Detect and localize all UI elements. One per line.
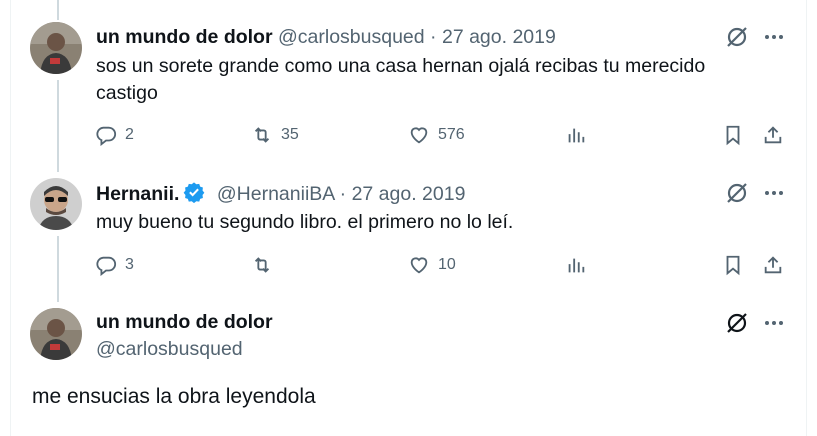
thread-line (57, 236, 59, 302)
tweet-header: un mundo de dolor @carlosbusqued · 27 ag… (96, 26, 556, 49)
avatar[interactable] (30, 178, 82, 230)
share-icon (762, 254, 784, 276)
tweet-text-line: castigo (96, 82, 158, 104)
more-icon[interactable] (762, 25, 786, 49)
reply-button[interactable]: 2 (95, 124, 134, 146)
more-icon[interactable] (762, 181, 786, 205)
heart-icon (408, 124, 430, 146)
retweet-count: 35 (281, 126, 299, 143)
bookmark-button[interactable] (722, 124, 744, 146)
tweet-text: muy bueno tu segundo libro. el primero n… (96, 209, 776, 236)
reply-icon (95, 254, 117, 276)
views-button[interactable] (565, 124, 587, 146)
views-icon (565, 254, 587, 276)
timeline-left-border (10, 0, 11, 436)
thread-line (57, 80, 59, 172)
separator-dot: · (339, 183, 347, 205)
tweet-text-line: muy bueno tu segundo libro. el primero n… (96, 211, 514, 233)
display-name[interactable]: un mundo de dolor (96, 26, 273, 48)
timeline-right-border (806, 0, 807, 436)
grok-icon[interactable] (725, 311, 749, 335)
bookmark-icon (722, 254, 744, 276)
reply-icon (95, 124, 117, 146)
tweet-header: un mundo de dolor (96, 311, 273, 334)
user-handle[interactable]: @HernaniiBA (217, 183, 334, 205)
avatar[interactable] (30, 22, 82, 74)
bookmark-icon (722, 124, 744, 146)
display-name[interactable]: un mundo de dolor (96, 311, 273, 333)
tweet-date[interactable]: 27 ago. 2019 (442, 26, 556, 48)
share-icon (762, 124, 784, 146)
like-count: 10 (438, 256, 456, 273)
tweet-text: sos un sorete grande como una casa herna… (96, 53, 776, 107)
tweet-header: Hernanii. @HernaniiBA · 27 ago. 2019 (96, 181, 465, 209)
user-handle[interactable]: @carlosbusqued (96, 338, 243, 361)
grok-icon[interactable] (725, 181, 749, 205)
like-count: 576 (438, 126, 465, 143)
reply-count: 3 (125, 256, 134, 273)
share-button[interactable] (762, 124, 784, 146)
like-button[interactable]: 10 (408, 254, 456, 276)
thread-line (57, 0, 59, 20)
tweet-text-line: sos un sorete grande como una casa herna… (96, 55, 706, 77)
reply-button[interactable]: 3 (95, 254, 134, 276)
retweet-icon (251, 124, 273, 146)
grok-icon[interactable] (725, 25, 749, 49)
views-button[interactable] (565, 254, 587, 276)
separator-dot: · (430, 26, 437, 48)
verified-badge-icon[interactable] (183, 181, 205, 209)
retweet-button[interactable]: 35 (251, 124, 299, 146)
retweet-icon (251, 254, 273, 276)
main-tweet-text: me ensucias la obra leyendola (32, 385, 316, 408)
reply-count: 2 (125, 126, 134, 143)
avatar[interactable] (30, 308, 82, 360)
more-icon[interactable] (762, 311, 786, 335)
views-icon (565, 124, 587, 146)
user-handle[interactable]: @carlosbusqued (278, 26, 425, 48)
share-button[interactable] (762, 254, 784, 276)
tweet-date[interactable]: 27 ago. 2019 (352, 183, 466, 205)
like-button[interactable]: 576 (408, 124, 465, 146)
heart-icon (408, 254, 430, 276)
retweet-button[interactable] (251, 254, 281, 276)
display-name[interactable]: Hernanii. (96, 183, 179, 205)
bookmark-button[interactable] (722, 254, 744, 276)
